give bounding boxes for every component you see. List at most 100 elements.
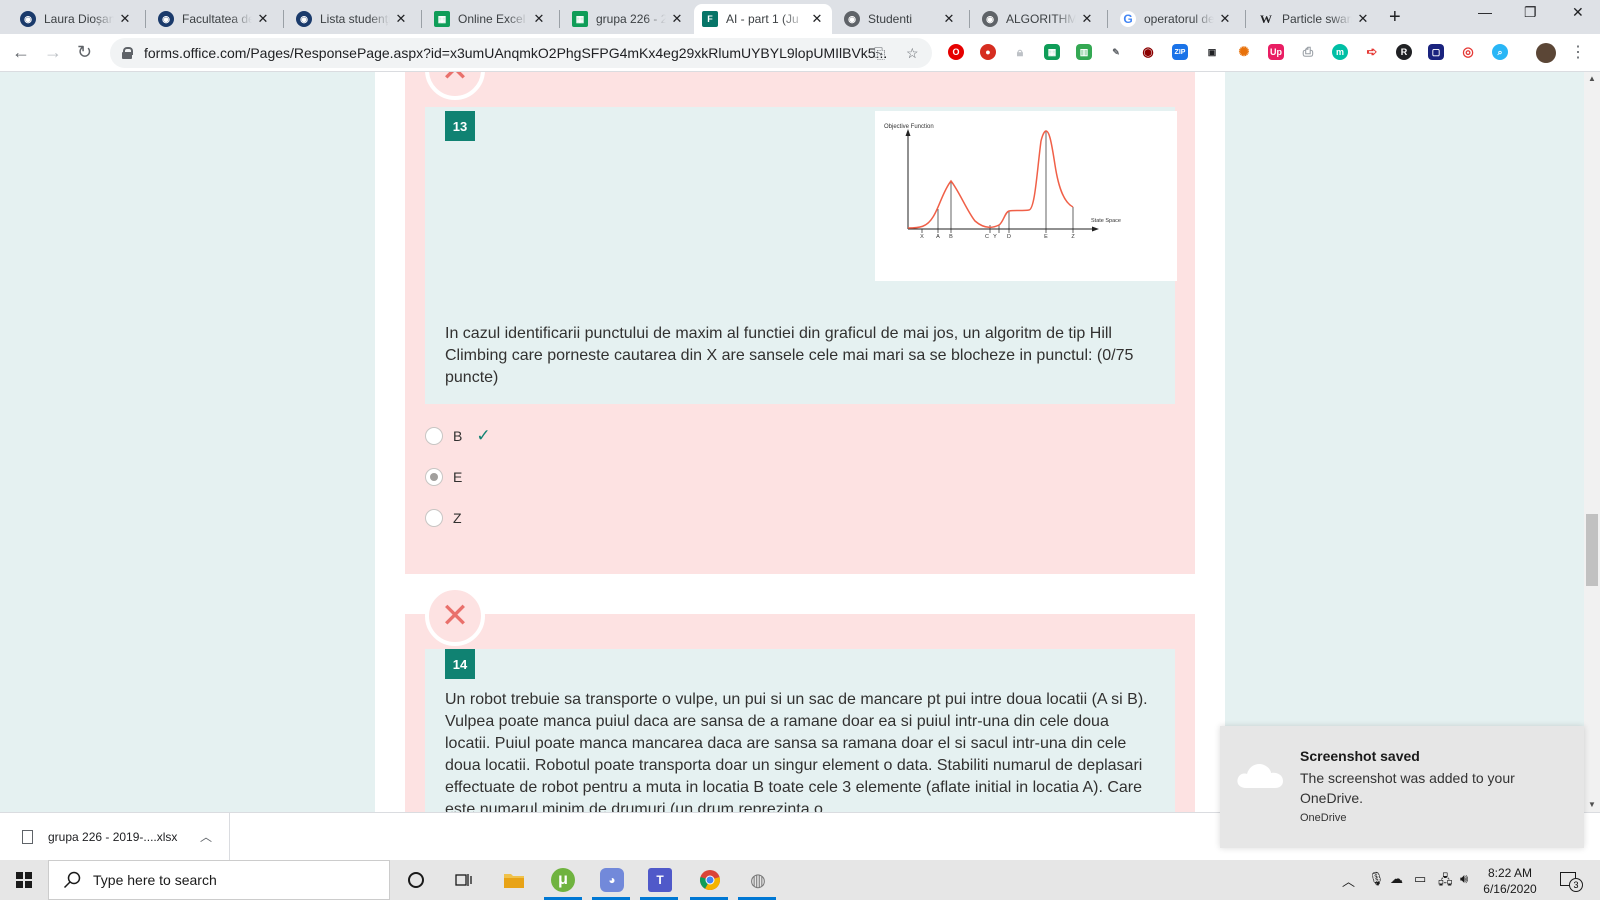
globe-icon: ◉	[982, 11, 998, 27]
bookmark-star-icon[interactable]: ☆	[906, 45, 919, 62]
close-tab-icon[interactable]: ✕	[532, 11, 546, 27]
sheets-extension-icon[interactable]: ▦	[1044, 44, 1060, 60]
windows-taskbar: Type here to search μ ◕ T ◍ ︿ 🎙︎ ☁︎ ▭ 🖧︎…	[0, 860, 1600, 900]
up-extension-icon[interactable]: Up	[1268, 44, 1284, 60]
tick-label: C	[985, 234, 989, 240]
scrollbar-thumb[interactable]	[1586, 514, 1598, 586]
close-tab-icon[interactable]: ✕	[1080, 11, 1094, 27]
screen-extension-icon[interactable]: ▢	[1428, 44, 1444, 60]
close-tab-icon[interactable]: ✕	[1218, 11, 1232, 27]
google-icon: G	[1120, 11, 1136, 27]
chrome-icon[interactable]	[698, 868, 722, 892]
option-z[interactable]: Z	[425, 506, 462, 530]
tab-7[interactable]: ◉ Studenti ✕	[836, 4, 964, 34]
close-tab-icon[interactable]: ✕	[118, 11, 132, 27]
question-card-13: 13 Objective Function X A B C Y D E Z St…	[405, 72, 1195, 574]
option-e[interactable]: E	[425, 465, 462, 489]
download-item[interactable]: grupa 226 - 2019-....xlsx ︿	[0, 813, 230, 860]
radio-button[interactable]	[425, 509, 443, 527]
network-icon[interactable]: 🖧︎	[1438, 871, 1453, 893]
radio-button-selected[interactable]	[425, 468, 443, 486]
spiral-extension-icon[interactable]: ◎	[1460, 44, 1476, 60]
plot-title: Objective Function	[884, 124, 934, 130]
browser-toolbar: ← → ↻ forms.office.com/Pages/ResponsePag…	[0, 34, 1600, 72]
volume-icon[interactable]: 🔊︎	[1460, 871, 1468, 887]
onedrive-toast[interactable]: Screenshot saved The screenshot was adde…	[1220, 726, 1584, 848]
minimize-icon[interactable]: —	[1478, 4, 1492, 20]
lock-extension-icon[interactable]: 🔒︎	[1012, 44, 1028, 60]
close-tab-icon[interactable]: ✕	[810, 11, 824, 27]
utorrent-icon[interactable]: μ	[551, 868, 575, 892]
lock-icon	[122, 47, 133, 59]
close-tab-icon[interactable]: ✕	[1356, 11, 1370, 27]
globe-icon: ◉	[844, 11, 860, 27]
windows-start-icon[interactable]	[16, 872, 32, 888]
question-figure: Objective Function X A B C Y D E Z State…	[875, 111, 1177, 281]
translate-icon[interactable]: ⎘	[874, 45, 885, 62]
tick-label: A	[936, 234, 940, 240]
share-extension-icon[interactable]: ➪	[1364, 44, 1380, 60]
address-bar[interactable]: forms.office.com/Pages/ResponsePage.aspx…	[110, 38, 932, 68]
tab-3[interactable]: ◉ Lista studenți ✕	[288, 4, 416, 34]
action-center-icon[interactable]: 3	[1560, 872, 1583, 892]
m-extension-icon[interactable]: m	[1332, 44, 1348, 60]
r-extension-icon[interactable]: R	[1396, 44, 1412, 60]
option-label: E	[453, 469, 463, 485]
tab-9[interactable]: G operatorul de ✕	[1112, 4, 1240, 34]
task-view-icon[interactable]	[452, 868, 476, 892]
screenshot-extension-icon[interactable]: ⎙	[1300, 44, 1316, 60]
tomato-extension-icon[interactable]: ●	[980, 44, 996, 60]
search-extension-icon[interactable]: ⌕	[1492, 44, 1508, 60]
eye-extension-icon[interactable]: ◉	[1140, 44, 1156, 60]
page-scrollbar[interactable]: ▲ ▼	[1584, 72, 1600, 812]
restore-icon[interactable]: ❐	[1524, 4, 1537, 21]
forward-icon[interactable]: →	[44, 42, 62, 63]
back-icon[interactable]: ←	[12, 42, 30, 63]
tab-title: operatorul de	[1144, 12, 1214, 26]
profile-avatar[interactable]	[1536, 43, 1556, 63]
file-explorer-icon[interactable]	[502, 868, 526, 892]
tab-10[interactable]: W Particle swarm ✕	[1250, 4, 1378, 34]
download-filename: grupa 226 - 2019-....xlsx	[48, 829, 178, 844]
close-tab-icon[interactable]: ✕	[942, 11, 956, 27]
clock-date: 6/16/2020	[1483, 882, 1537, 896]
onedrive-tray-icon[interactable]: ☁︎	[1390, 871, 1403, 887]
teams-icon[interactable]: T	[648, 868, 672, 892]
system-clock[interactable]: 8:22 AM 6/16/2020	[1478, 865, 1542, 897]
battery-icon[interactable]: ▭	[1414, 871, 1426, 887]
zip-extension-icon[interactable]: ZIP	[1172, 44, 1188, 60]
cortana-icon[interactable]	[404, 868, 428, 892]
microphone-icon[interactable]: 🎙︎	[1368, 871, 1385, 887]
browser-menu-icon[interactable]: ⋮	[1570, 42, 1586, 62]
scroll-up-icon[interactable]: ▲	[1588, 74, 1596, 83]
chevron-up-icon[interactable]: ︿	[200, 828, 212, 845]
close-window-icon[interactable]: ✕	[1572, 4, 1584, 21]
new-tab-button[interactable]: +	[1389, 6, 1401, 29]
timer-extension-icon[interactable]: ✺	[1236, 44, 1252, 60]
scroll-down-icon[interactable]: ▼	[1588, 800, 1596, 809]
docs-extension-icon[interactable]: ▥	[1076, 44, 1092, 60]
tab-5[interactable]: ▦ grupa 226 - 2 ✕	[564, 4, 692, 34]
close-tab-icon[interactable]: ✕	[394, 11, 408, 27]
tab-1[interactable]: ◉ Laura Dioșan ✕	[12, 4, 140, 34]
close-tab-icon[interactable]: ✕	[256, 11, 270, 27]
radio-button[interactable]	[425, 427, 443, 445]
opera-extension-icon[interactable]: O	[948, 44, 964, 60]
wikipedia-icon: W	[1260, 11, 1272, 26]
tab-2[interactable]: ◉ Facultatea de ✕	[150, 4, 278, 34]
app-icon[interactable]: ◍	[746, 868, 770, 892]
chevron-up-icon[interactable]: ︿	[1342, 871, 1355, 890]
close-tab-icon[interactable]: ✕	[670, 11, 684, 27]
tab-4[interactable]: ▦ Online Excel ✕	[426, 4, 554, 34]
reload-icon[interactable]: ↻	[77, 42, 92, 63]
pen-extension-icon[interactable]: ✎	[1108, 44, 1124, 60]
option-b[interactable]: B ✓	[425, 424, 491, 448]
camera-extension-icon[interactable]: ▣	[1204, 44, 1220, 60]
question-body: 13 Objective Function X A B C Y D E Z St…	[425, 107, 1177, 404]
url-text[interactable]: forms.office.com/Pages/ResponsePage.aspx…	[144, 45, 887, 61]
tab-8[interactable]: ◉ ALGORITHMIC ✕	[974, 4, 1102, 34]
discord-icon[interactable]: ◕	[600, 868, 624, 892]
tab-6-active[interactable]: F AI - part 1 (Ju ✕	[694, 4, 832, 34]
question-number: 13	[445, 111, 475, 141]
taskbar-search[interactable]: Type here to search	[48, 860, 390, 900]
